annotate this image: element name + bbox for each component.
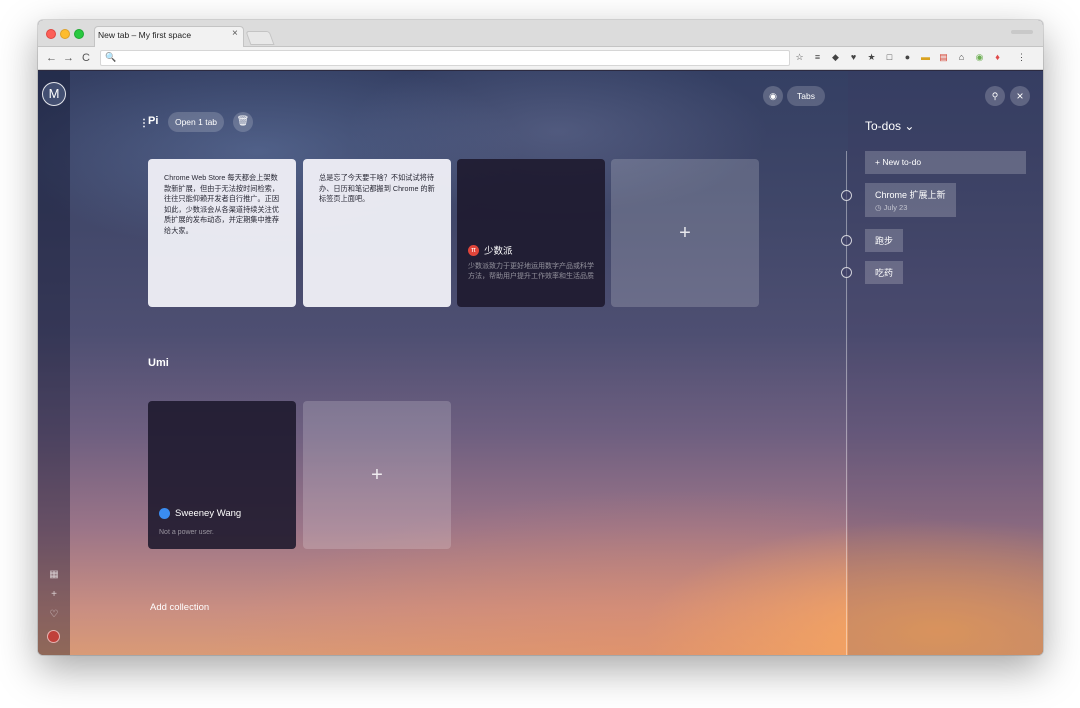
close-icon[interactable]: × — [1010, 86, 1030, 106]
sspai-logo-icon: π — [468, 244, 479, 256]
card-title-row: Sweeney Wang — [159, 508, 241, 519]
collection-title: Umi — [148, 357, 169, 369]
browser-window: New tab – My first space × ← → C 🔍 ☆ ≡ ◆… — [38, 20, 1043, 655]
add-icon[interactable]: + — [38, 589, 70, 600]
window-control[interactable] — [1011, 30, 1033, 34]
todo-item[interactable]: Chrome 扩展上新 ◷ July 23 — [865, 183, 956, 217]
plus-icon: + — [679, 222, 691, 244]
browser-menu-icon[interactable]: ⋮ — [1016, 52, 1027, 63]
bookmark-card[interactable]: π 少数派 少数派致力于更好地运用数字产品或科学方法，帮助用户提升工作效率和生活… — [457, 159, 605, 307]
todo-checkbox[interactable] — [841, 190, 852, 201]
heart-icon[interactable]: ♡ — [38, 609, 70, 620]
grid-icon[interactable]: ▦ — [38, 569, 70, 580]
back-icon[interactable]: ← — [46, 51, 57, 65]
maximize-window-button[interactable] — [74, 29, 84, 39]
card-description: Not a power user. — [159, 529, 214, 536]
tabs-button[interactable]: Tabs — [787, 86, 825, 106]
forward-icon[interactable]: → — [63, 51, 74, 65]
tab-title: New tab – My first space — [98, 30, 192, 40]
new-todo-button[interactable]: + New to-do — [865, 151, 1026, 174]
collection-title: Pi — [148, 115, 159, 127]
todo-item[interactable]: 跑步 — [865, 229, 904, 252]
space-avatar[interactable]: M — [42, 82, 66, 106]
star-icon[interactable]: ★ — [866, 52, 877, 63]
plus-icon: + — [371, 464, 383, 486]
search-icon: 🔍 — [105, 52, 117, 62]
user-avatar-icon — [159, 508, 170, 519]
todo-checkbox[interactable] — [841, 235, 852, 246]
todo-title: 吃药 — [875, 268, 894, 278]
note-text: Chrome Web Store 每天都会上架数款新扩展，但由于无法按时间检索，… — [164, 173, 280, 235]
extension-icon[interactable]: ◆ — [830, 52, 841, 63]
bookmark-star-icon[interactable]: ☆ — [794, 52, 805, 63]
extension-icon[interactable]: □ — [884, 52, 895, 63]
todo-item[interactable]: 吃药 — [865, 261, 904, 284]
new-tab-button[interactable] — [245, 31, 275, 45]
browser-toolbar: ← → C 🔍 ☆ ≡ ◆ ♥ ★ □ ● ▬ ▤ ⌂ ◉ ♦ ⋮ — [38, 47, 1043, 70]
left-sidebar: M ▦ + ♡ — [38, 71, 70, 655]
note-card[interactable]: 总是忘了今天要干啥？不如试试将待办、日历和笔记都搬到 Chrome 的新标签页上… — [303, 159, 451, 307]
add-collection-link[interactable]: Add collection — [150, 602, 209, 613]
extension-icon[interactable]: ≡ — [812, 52, 823, 63]
open-tabs-button[interactable]: Open 1 tab — [168, 112, 224, 132]
new-tab-page: M ▦ + ♡ ⋮ Pi Open 1 tab 🗑 Chrome Web Sto… — [38, 71, 1043, 655]
note-text: 总是忘了今天要干啥？不如试试将待办、日历和笔记都搬到 Chrome 的新标签页上… — [319, 173, 435, 203]
user-avatar[interactable] — [47, 630, 60, 643]
todos-header[interactable]: To-dos ⌄ — [865, 119, 914, 133]
todo-title: Chrome 扩展上新 — [875, 190, 946, 200]
card-title: Sweeney Wang — [175, 508, 242, 519]
reload-icon[interactable]: C — [82, 51, 90, 65]
todo-date: ◷ July 23 — [875, 203, 908, 212]
extension-icon[interactable]: ⌂ — [956, 52, 967, 63]
timeline-line — [846, 151, 847, 655]
card-title: 少数派 — [484, 246, 513, 257]
todo-checkbox[interactable] — [841, 267, 852, 278]
add-card-button[interactable]: + — [303, 401, 451, 549]
tab-close-icon[interactable]: × — [232, 29, 238, 39]
tabs-icon[interactable]: ◉ — [763, 86, 783, 106]
address-bar[interactable]: 🔍 — [100, 50, 790, 66]
pocket-icon[interactable]: ♥ — [848, 52, 859, 63]
extension-icon[interactable]: ▤ — [938, 52, 949, 63]
close-window-button[interactable] — [46, 29, 56, 39]
note-card[interactable]: Chrome Web Store 每天都会上架数款新扩展，但由于无法按时间检索，… — [148, 159, 296, 307]
pin-icon[interactable]: ⚲ — [985, 86, 1005, 106]
card-title-row: π 少数派 — [468, 243, 513, 257]
bookmark-card[interactable]: Sweeney Wang Not a power user. — [148, 401, 296, 549]
extension-icon[interactable]: ◉ — [974, 52, 985, 63]
extension-icon[interactable]: ▬ — [920, 52, 931, 63]
minimize-window-button[interactable] — [60, 29, 70, 39]
todo-title: 跑步 — [875, 236, 894, 246]
trash-icon[interactable]: 🗑 — [233, 112, 253, 132]
card-description: 少数派致力于更好地运用数字产品或科学方法，帮助用户提升工作效率和生活品质 — [468, 263, 594, 280]
add-card-button[interactable]: + — [611, 159, 759, 307]
tab-strip: New tab – My first space × — [38, 20, 1043, 48]
extension-icon[interactable]: ♦ — [992, 52, 1003, 63]
extension-icon[interactable]: ● — [902, 52, 913, 63]
